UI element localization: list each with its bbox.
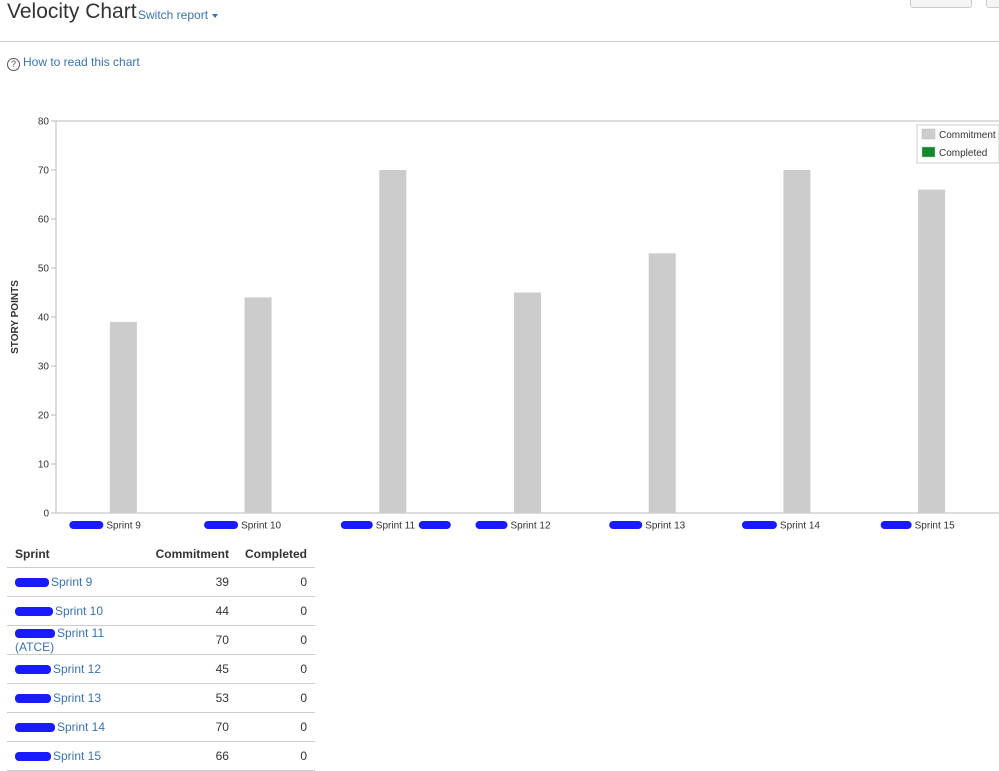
commitment-cell: 53 [147,683,237,713]
x-tick-label: Sprint 15 [915,521,955,532]
commitment-cell: 45 [147,654,237,684]
table-row: Sprint 14 70 0 [7,712,315,742]
completed-cell: 0 [236,596,315,626]
redaction-mark [204,521,239,529]
redaction-mark [418,521,451,529]
x-tick-label: Sprint 12 [511,521,551,532]
y-tick-label: 0 [43,509,49,520]
sprint-link[interactable]: Sprint 10 [55,604,103,618]
table-row: Sprint 10 44 0 [7,596,315,626]
bar-commitment [648,253,676,514]
how-to-read-link[interactable]: ? How to read this chart [7,55,140,71]
sprint-link[interactable]: Sprint 12 [53,662,101,676]
legend-label-completed: Completed [939,148,987,159]
redaction-mark [15,694,51,704]
completed-cell: 0 [236,654,315,684]
bar-commitment [514,292,541,513]
redaction-mark [340,521,373,529]
x-tick-label: Sprint 9 [106,521,141,532]
commitment-cell: 70 [147,712,237,742]
page-title: Velocity Chart [7,0,137,23]
switch-report-dropdown[interactable]: Switch report [138,8,219,22]
sprint-cell: Sprint 12 [7,654,148,684]
redaction-mark [15,629,55,639]
redaction-mark [15,752,51,762]
commitment-cell: 39 [147,567,237,597]
completed-cell: 0 [236,567,315,597]
redaction-mark [15,665,51,675]
y-tick-label: 60 [38,215,50,226]
bar-commitment [918,189,946,513]
bar-commitment [783,170,811,513]
y-tick-label: 20 [38,411,50,422]
y-tick-label: 50 [38,264,50,275]
redaction-mark [15,607,53,617]
sprint-link[interactable]: Sprint 9 [51,575,92,589]
y-tick-label: 70 [38,166,50,177]
column-header-commitment: Commitment [147,540,237,568]
header-divider [0,41,999,42]
y-tick-label: 30 [38,362,50,373]
table-row: Sprint 11 (ATCE) 70 0 [7,625,315,655]
toolbar-button[interactable] [986,0,999,8]
sprint-cell: Sprint 9 [7,567,148,597]
completed-cell: 0 [236,741,315,771]
x-tick-label: Sprint 11 [376,521,416,532]
legend-label-commitment: Commitment [939,130,996,141]
y-tick-label: 80 [38,117,50,128]
completed-cell: 0 [236,712,315,742]
commitment-cell: 44 [147,596,237,626]
bar-commitment [244,297,272,513]
table-row: Sprint 15 66 0 [7,741,315,771]
table-header-row: Sprint Commitment Completed [7,540,315,568]
sprint-cell: Sprint 15 [7,741,148,771]
redaction-mark [475,521,508,529]
table-row: Sprint 9 39 0 [7,567,315,597]
how-to-read-label: How to read this chart [23,55,140,69]
table-row: Sprint 12 45 0 [7,654,315,684]
sprint-link[interactable]: Sprint 13 [53,691,101,705]
commitment-cell: 66 [147,741,237,771]
column-header-sprint: Sprint [7,540,148,568]
velocity-table: Sprint Commitment Completed Sprint 9 39 0 S… [7,540,315,771]
help-icon: ? [7,58,20,71]
y-tick-label: 40 [38,313,50,324]
velocity-chart: 0 10 20 30 40 50 60 70 80 STORY POINTS Sprint 9 Sp… [10,117,999,532]
legend-swatch-completed [921,146,936,158]
y-axis-title: STORY POINTS [10,280,21,354]
redaction-mark [741,521,777,529]
x-tick-label: Sprint 13 [645,521,685,532]
completed-cell: 0 [236,625,315,655]
sprint-cell: Sprint 14 [7,712,148,742]
sprint-cell: Sprint 11 (ATCE) [7,625,148,655]
completed-cell: 0 [236,683,315,713]
bar-commitment [109,321,137,513]
legend-swatch-commitment [921,128,936,140]
switch-report-label: Switch report [138,8,209,22]
bar-commitment [379,170,407,513]
redaction-mark [69,521,104,529]
y-tick-label: 10 [38,460,50,471]
commitment-cell: 70 [147,625,237,655]
redaction-mark [15,723,55,733]
redaction-mark [609,521,643,529]
sprint-link[interactable]: Sprint 14 [57,720,105,734]
sprint-cell: Sprint 13 [7,683,148,713]
toolbar-button[interactable] [910,0,972,8]
column-header-completed: Completed [236,540,315,568]
caret-down-icon [212,13,219,18]
redaction-mark [15,578,49,588]
x-tick-label: Sprint 14 [780,521,820,532]
table-row: Sprint 13 53 0 [7,683,315,713]
sprint-link[interactable]: Sprint 15 [53,749,101,763]
redaction-mark [880,521,912,529]
x-tick-label: Sprint 10 [241,521,281,532]
sprint-cell: Sprint 10 [7,596,148,626]
